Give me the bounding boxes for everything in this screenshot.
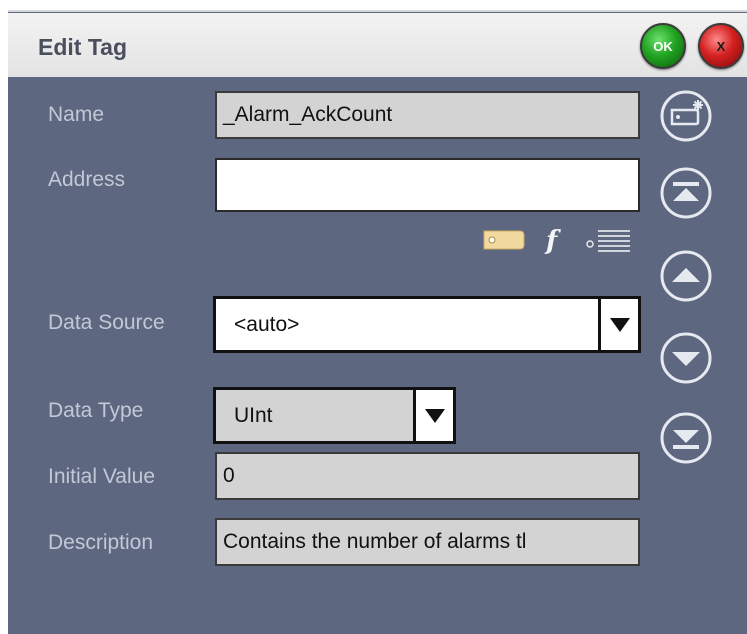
move-to-top-icon[interactable] bbox=[658, 165, 714, 221]
description-label: Description bbox=[48, 531, 154, 554]
name-field[interactable]: _Alarm_AckCount bbox=[215, 91, 640, 139]
initial-value-label: Initial Value bbox=[48, 465, 156, 488]
name-label: Name bbox=[48, 103, 105, 126]
data-type-label: Data Type bbox=[48, 399, 144, 422]
initial-value-field[interactable]: 0 bbox=[215, 452, 640, 500]
address-field[interactable] bbox=[215, 158, 640, 212]
tag-browse-icon[interactable] bbox=[480, 225, 528, 255]
data-source-value: <auto> bbox=[234, 312, 300, 336]
data-source-dropdown-arrow[interactable] bbox=[598, 299, 638, 350]
address-label: Address bbox=[48, 168, 126, 191]
function-icon[interactable]: f bbox=[542, 224, 566, 256]
cancel-button[interactable]: X bbox=[698, 23, 744, 69]
data-type-select[interactable]: UInt bbox=[213, 387, 456, 444]
move-down-icon[interactable] bbox=[658, 330, 714, 386]
new-tag-icon[interactable] bbox=[658, 88, 714, 144]
title-bar: Edit Tag bbox=[8, 13, 747, 77]
data-source-select[interactable]: <auto> bbox=[213, 296, 641, 353]
data-source-label: Data Source bbox=[48, 311, 165, 334]
data-type-dropdown-arrow[interactable] bbox=[413, 390, 453, 441]
ok-button[interactable]: OK bbox=[640, 23, 686, 69]
description-field[interactable]: Contains the number of alarms tl bbox=[215, 518, 640, 566]
list-icon[interactable] bbox=[584, 226, 634, 254]
chevron-down-icon bbox=[609, 317, 630, 332]
dialog-title: Edit Tag bbox=[38, 34, 128, 60]
chevron-down-icon bbox=[424, 408, 445, 423]
move-up-icon[interactable] bbox=[658, 248, 714, 304]
data-type-value: UInt bbox=[234, 403, 273, 427]
function-glyph: f bbox=[544, 226, 561, 256]
move-to-bottom-icon[interactable] bbox=[658, 410, 714, 466]
